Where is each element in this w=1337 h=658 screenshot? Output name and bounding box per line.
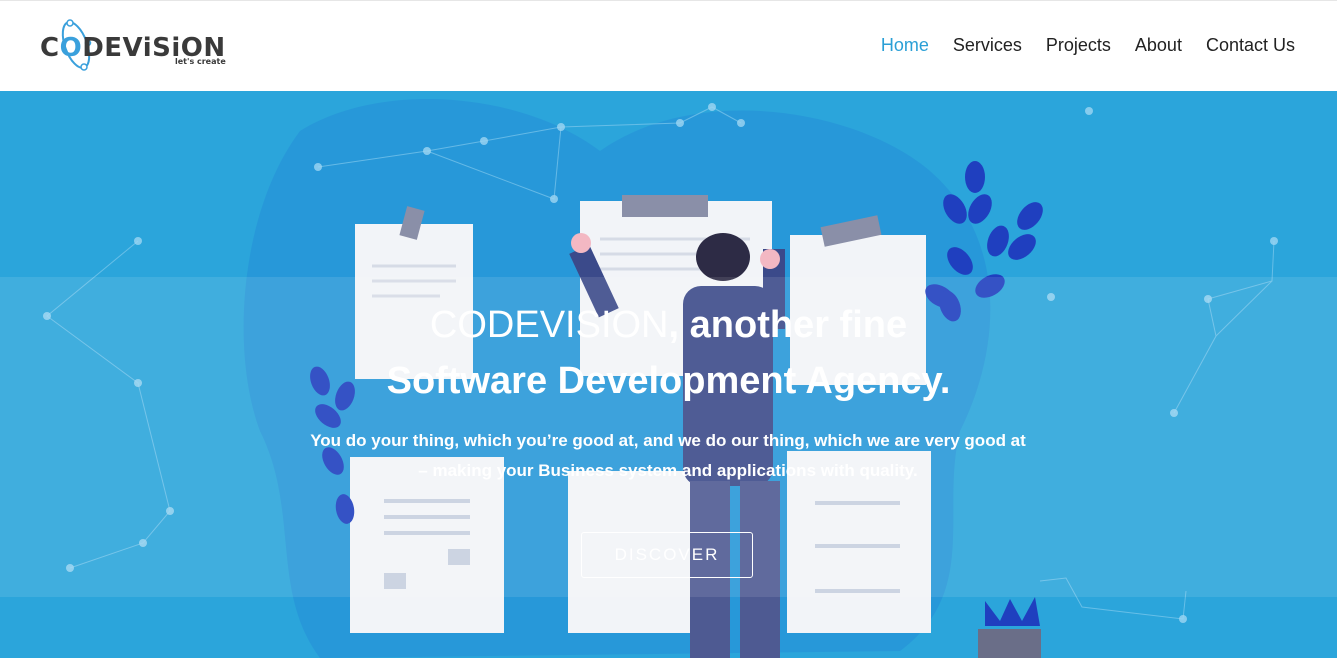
- hero-title-line1: , another fine: [668, 304, 908, 346]
- hero-title: CODEVISION, another fine Software Develo…: [0, 297, 1337, 409]
- site-header: CODEViSiON let's create Home Services Pr…: [0, 0, 1337, 91]
- brand-o: O: [59, 33, 83, 63]
- hero-subtitle-line1: You do your thing, which you’re good at,…: [310, 431, 1026, 450]
- hero-section: CODEVISION, another fine Software Develo…: [0, 91, 1337, 658]
- nav-home[interactable]: Home: [881, 35, 929, 56]
- nav-projects[interactable]: Projects: [1046, 35, 1111, 56]
- nav-about[interactable]: About: [1135, 35, 1182, 56]
- main-nav: Home Services Projects About Contact Us: [881, 35, 1295, 56]
- hero-subtitle: You do your thing, which you’re good at,…: [268, 426, 1068, 486]
- brand-c: C: [40, 33, 60, 63]
- nav-contact[interactable]: Contact Us: [1206, 35, 1295, 56]
- hero-title-line2: Software Development Agency.: [386, 360, 951, 402]
- discover-button[interactable]: DISCOVER: [581, 532, 753, 578]
- brand-tagline: let's create: [175, 57, 226, 66]
- brand-logo[interactable]: CODEViSiON let's create: [40, 17, 230, 73]
- hero-title-brand: CODEVISION: [429, 304, 669, 346]
- nav-services[interactable]: Services: [953, 35, 1022, 56]
- hero-subtitle-line2: – making your Business system and applic…: [418, 461, 918, 480]
